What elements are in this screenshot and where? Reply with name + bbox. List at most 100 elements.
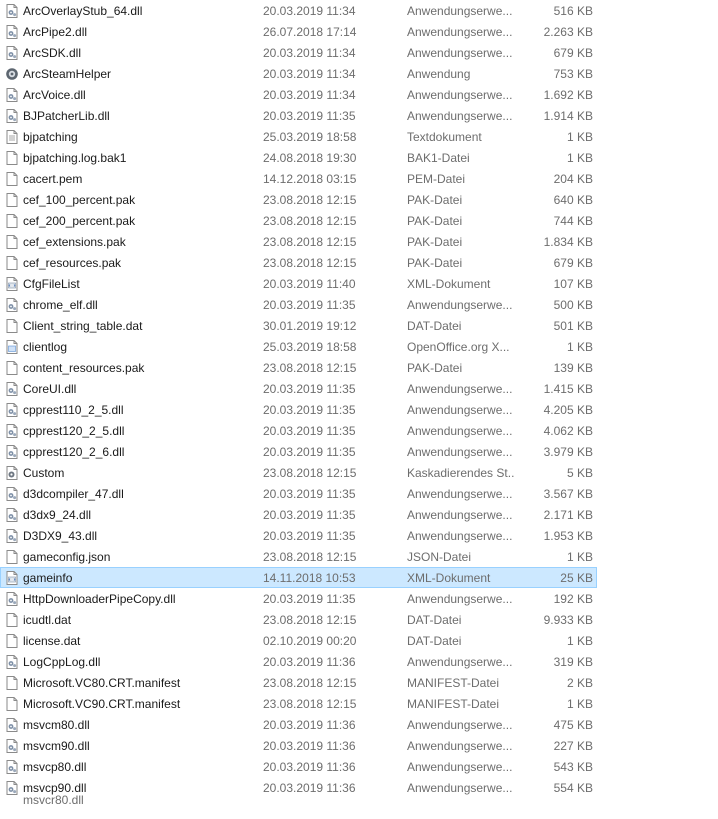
file-type: JSON-Datei — [407, 550, 472, 564]
file-row[interactable]: msvcp90.dll 20.03.2019 11:36 Anwendungserw… — [0, 777, 597, 798]
file-size: 319 KB — [553, 655, 593, 669]
file-size: 2.171 KB — [543, 508, 593, 522]
file-type: PAK-Datei — [407, 193, 463, 207]
dll-icon — [5, 592, 19, 606]
file-row[interactable]: gameinfo 14.11.2018 10:53 XML-Dokument 25 K… — [0, 567, 597, 588]
file-row[interactable]: cef_resources.pak 23.08.2018 12:15 PAK-Dat… — [0, 252, 597, 273]
file-row[interactable]: cef_extensions.pak 23.08.2018 12:15 PAK-Da… — [0, 231, 597, 252]
file-row[interactable]: D3DX9_43.dll 20.03.2019 11:35 Anwendungser… — [0, 525, 597, 546]
file-row[interactable]: ArcSteamHelper 20.03.2019 11:34 Anwendung 7… — [0, 63, 597, 84]
file-date-modified: 26.07.2018 17:14 — [263, 25, 357, 39]
file-icon — [5, 676, 19, 690]
file-name: d3dcompiler_47.dll — [23, 487, 124, 501]
file-row[interactable]: Client_string_table.dat 30.01.2019 19:12 D… — [0, 315, 597, 336]
file-row[interactable]: cpprest120_2_6.dll 20.03.2019 11:35 Anwend… — [0, 441, 597, 462]
file-icon — [5, 214, 19, 228]
file-row[interactable]: Custom 23.08.2018 12:15 Kaskadierendes St.… — [0, 462, 597, 483]
file-row[interactable]: HttpDownloaderPipeCopy.dll 20.03.2019 11:… — [0, 588, 597, 609]
file-type: Anwendungserwe... — [407, 403, 513, 417]
file-row[interactable]: gameconfig.json 23.08.2018 12:15 JSON-Date… — [0, 546, 597, 567]
file-type: Anwendungserwe... — [407, 739, 513, 753]
file-icon — [5, 361, 19, 375]
file-row[interactable]: ArcVoice.dll 20.03.2019 11:34 Anwendungser… — [0, 84, 597, 105]
file-row[interactable]: bjpatching.log.bak1 24.08.2018 19:30 BAK1-… — [0, 147, 597, 168]
file-row[interactable]: cacert.pem 14.12.2018 03:15 PEM-Datei 204 K… — [0, 168, 597, 189]
file-row[interactable]: LogCppLog.dll 20.03.2019 11:36 Anwendungse… — [0, 651, 597, 672]
file-type: BAK1-Datei — [407, 151, 470, 165]
file-name: cacert.pem — [23, 172, 83, 186]
dll-icon — [5, 760, 19, 774]
file-name: ArcSteamHelper — [23, 67, 112, 81]
dll-icon — [5, 655, 19, 669]
file-row[interactable]: ArcOverlayStub_64.dll 20.03.2019 11:34 Anw… — [0, 0, 597, 21]
file-type: Anwendungserwe... — [407, 529, 513, 543]
file-size: 4.205 KB — [543, 403, 593, 417]
file-row[interactable]: d3dcompiler_47.dll 20.03.2019 11:35 Anwend… — [0, 483, 597, 504]
file-row[interactable]: CoreUI.dll 20.03.2019 11:35 Anwendungserwe… — [0, 378, 597, 399]
file-row[interactable]: cpprest120_2_5.dll 20.03.2019 11:35 Anwend… — [0, 420, 597, 441]
file-size: 1.692 KB — [543, 88, 593, 102]
file-name: cef_100_percent.pak — [23, 193, 136, 207]
file-row[interactable]: cpprest110_2_5.dll 20.03.2019 11:35 Anwend… — [0, 399, 597, 420]
file-row[interactable]: msvcm90.dll 20.03.2019 11:36 Anwendungserw… — [0, 735, 597, 756]
dll-icon — [5, 718, 19, 732]
file-date-modified: 20.03.2019 11:35 — [263, 403, 356, 417]
file-row[interactable]: chrome_elf.dll 20.03.2019 11:35 Anwendungs… — [0, 294, 597, 315]
file-row[interactable]: cef_100_percent.pak 23.08.2018 12:15 PAK-D… — [0, 189, 597, 210]
file-date-modified: 25.03.2019 18:58 — [263, 340, 357, 354]
file-size: 139 KB — [553, 361, 593, 375]
file-size: 1 KB — [566, 634, 593, 648]
file-row[interactable]: BJPatcherLib.dll 20.03.2019 11:35 Anwendun… — [0, 105, 597, 126]
file-type: Anwendungserwe... — [407, 592, 513, 606]
file-size: 554 KB — [553, 781, 593, 795]
file-row[interactable]: icudtl.dat 23.08.2018 12:15 DAT-Datei 9.933… — [0, 609, 597, 630]
file-date-modified: 20.03.2019 11:40 — [263, 277, 356, 291]
file-row[interactable]: d3dx9_24.dll 20.03.2019 11:35 Anwendungser… — [0, 504, 597, 525]
file-row[interactable]: msvcm80.dll 20.03.2019 11:36 Anwendungserw… — [0, 714, 597, 735]
file-size: 640 KB — [553, 193, 593, 207]
file-name: msvcm90.dll — [23, 739, 90, 753]
file-type: PAK-Datei — [407, 235, 463, 249]
file-date-modified: 23.08.2018 12:15 — [263, 676, 357, 690]
dll-icon — [5, 424, 19, 438]
file-row[interactable]: CfgFileList 20.03.2019 11:40 XML-Dokument 1… — [0, 273, 597, 294]
file-date-modified: 23.08.2018 12:15 — [263, 361, 357, 375]
file-icon — [5, 172, 19, 186]
file-date-modified: 20.03.2019 11:34 — [263, 46, 356, 60]
file-row[interactable]: license.dat 02.10.2019 00:20 DAT-Datei 1 KB — [0, 630, 597, 651]
file-date-modified: 20.03.2019 11:35 — [263, 382, 356, 396]
file-date-modified: 20.03.2019 11:35 — [263, 424, 356, 438]
file-name: Custom — [23, 466, 65, 480]
file-size: 1.914 KB — [543, 109, 593, 123]
dll-icon — [5, 529, 19, 543]
file-row[interactable]: content_resources.pak 23.08.2018 12:15 PAK… — [0, 357, 597, 378]
file-name: icudtl.dat — [23, 613, 72, 627]
dll-icon — [5, 298, 19, 312]
file-type: Textdokument — [407, 130, 482, 144]
file-row[interactable]: clientlog 25.03.2019 18:58 OpenOffice.org … — [0, 336, 597, 357]
file-list: ArcOverlayStub_64.dll 20.03.2019 11:34 Anw… — [0, 0, 718, 819]
file-type: OpenOffice.org X... — [407, 340, 510, 354]
file-row[interactable]: msvcp80.dll 20.03.2019 11:36 Anwendungserw… — [0, 756, 597, 777]
file-row[interactable]: ArcPipe2.dll 26.07.2018 17:14 Anwendungser… — [0, 21, 597, 42]
file-row-partial[interactable]: msvcr80.dll — [0, 793, 597, 819]
file-type: Anwendung — [407, 67, 471, 81]
dll-icon — [5, 25, 19, 39]
file-row[interactable]: Microsoft.VC90.CRT.manifest 23.08.2018 12… — [0, 693, 597, 714]
file-name: ArcOverlayStub_64.dll — [23, 4, 143, 18]
file-name: license.dat — [23, 634, 81, 648]
file-name: ArcVoice.dll — [23, 88, 86, 102]
file-name: cpprest120_2_6.dll — [23, 445, 125, 459]
file-row[interactable]: Microsoft.VC80.CRT.manifest 23.08.2018 12… — [0, 672, 597, 693]
file-type: DAT-Datei — [407, 319, 462, 333]
file-row[interactable]: ArcSDK.dll 20.03.2019 11:34 Anwendungserwe… — [0, 42, 597, 63]
file-size: 679 KB — [553, 256, 593, 270]
file-name: chrome_elf.dll — [23, 298, 98, 312]
file-row[interactable]: cef_200_percent.pak 23.08.2018 12:15 PAK-D… — [0, 210, 597, 231]
dll-icon — [5, 382, 19, 396]
file-row[interactable]: bjpatching 25.03.2019 18:58 Textdokument 1 … — [0, 126, 597, 147]
file-date-modified: 20.03.2019 11:34 — [263, 4, 356, 18]
file-icon — [5, 697, 19, 711]
file-type: Anwendungserwe... — [407, 46, 513, 60]
file-icon — [5, 256, 19, 270]
